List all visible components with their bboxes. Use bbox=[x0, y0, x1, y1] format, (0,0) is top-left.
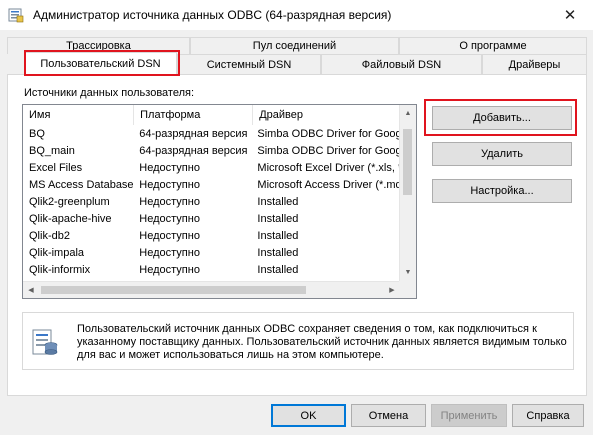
list-rows: BQ 64-разрядная версия Simba ODBC Driver f… bbox=[23, 126, 403, 281]
tab-file-dsn[interactable]: Файловый DSN bbox=[321, 54, 482, 74]
scroll-up-icon[interactable]: ▲ bbox=[400, 105, 416, 122]
cell-name: BQ bbox=[29, 128, 45, 140]
info-box: Пользовательский источник данных ODBC со… bbox=[22, 312, 574, 370]
list-item[interactable]: Qlik-db2 Недоступно Installed bbox=[23, 228, 403, 245]
cell-driver: Microsoft Excel Driver (*.xls, *. bbox=[257, 162, 403, 174]
configure-button[interactable]: Настройка... bbox=[432, 179, 572, 203]
cell-name: MS Access Database bbox=[29, 179, 134, 191]
cell-driver: Installed bbox=[257, 264, 299, 276]
cell-platform: 64-разрядная версия bbox=[139, 145, 248, 157]
cell-driver: Installed bbox=[257, 213, 299, 225]
odbc-app-icon bbox=[8, 8, 24, 23]
column-header-platform[interactable]: Платформа bbox=[134, 105, 254, 125]
list-header: Имя Платформа Драйвер bbox=[23, 105, 407, 125]
cell-driver: Installed bbox=[257, 247, 299, 259]
scroll-right-icon[interactable]: ▶ bbox=[384, 282, 400, 298]
cell-driver: Simba ODBC Driver for Google bbox=[257, 128, 403, 140]
list-item[interactable]: MS Access Database Недоступно Microsoft Ac… bbox=[23, 177, 403, 194]
cell-platform: 64-разрядная версия bbox=[139, 128, 248, 140]
help-button[interactable]: Справка bbox=[512, 404, 584, 427]
cell-name: Excel Files bbox=[29, 162, 83, 174]
title-bar: Администратор источника данных ODBC (64-… bbox=[0, 0, 593, 30]
close-icon: ✕ bbox=[563, 7, 577, 24]
list-item[interactable]: Qlik-apache-hive Недоступно Installed bbox=[23, 211, 403, 228]
cell-platform: Недоступно bbox=[139, 247, 200, 259]
highlight-add-button bbox=[424, 99, 577, 136]
list-item[interactable]: BQ 64-разрядная версия Simba ODBC Driver f… bbox=[23, 126, 403, 143]
vertical-scrollbar[interactable]: ▲ ▼ bbox=[399, 105, 416, 281]
cell-name: Qlik-informix bbox=[29, 264, 91, 276]
data-source-info-icon bbox=[32, 329, 58, 355]
close-button[interactable]: ✕ bbox=[547, 0, 593, 30]
data-sources-label: Источники данных пользователя: bbox=[24, 87, 195, 99]
window-title: Администратор источника данных ODBC (64-… bbox=[33, 8, 392, 22]
vertical-scroll-thumb[interactable] bbox=[403, 129, 412, 195]
list-item[interactable]: Qlik2-greenplum Недоступно Installed bbox=[23, 194, 403, 211]
column-header-name[interactable]: Имя bbox=[23, 105, 135, 125]
list-item[interactable]: Qlik-impala Недоступно Installed bbox=[23, 245, 403, 262]
scroll-corner bbox=[399, 281, 416, 298]
info-text: Пользовательский источник данных ODBC со… bbox=[77, 323, 567, 361]
cell-driver: Simba ODBC Driver for Google bbox=[257, 145, 403, 157]
tab-system-dsn[interactable]: Системный DSN bbox=[177, 54, 321, 74]
tab-drivers[interactable]: Драйверы bbox=[482, 54, 587, 74]
scroll-down-icon[interactable]: ▼ bbox=[400, 264, 416, 281]
column-header-driver[interactable]: Драйвер bbox=[253, 105, 407, 125]
cell-name: Qlik2-greenplum bbox=[29, 196, 110, 208]
cell-name: Qlik-impala bbox=[29, 247, 85, 259]
cell-driver: Installed bbox=[257, 230, 299, 242]
remove-button[interactable]: Удалить bbox=[432, 142, 572, 166]
cell-platform: Недоступно bbox=[139, 162, 200, 174]
cell-name: Qlik-apache-hive bbox=[29, 213, 112, 225]
cell-platform: Недоступно bbox=[139, 213, 200, 225]
ok-button[interactable]: OK bbox=[271, 404, 346, 427]
cell-platform: Недоступно bbox=[139, 230, 200, 242]
highlight-user-dsn-tab bbox=[24, 50, 180, 76]
list-item[interactable]: Excel Files Недоступно Microsoft Excel Dri… bbox=[23, 160, 403, 177]
scroll-left-icon[interactable]: ◀ bbox=[23, 282, 39, 298]
tab-about[interactable]: О программе bbox=[399, 37, 587, 54]
cell-driver: Installed bbox=[257, 196, 299, 208]
cell-platform: Недоступно bbox=[139, 264, 200, 276]
cell-platform: Недоступно bbox=[139, 179, 200, 191]
horizontal-scroll-thumb[interactable] bbox=[41, 286, 306, 294]
cell-name: BQ_main bbox=[29, 145, 75, 157]
cancel-button[interactable]: Отмена bbox=[351, 404, 426, 427]
cell-platform: Недоступно bbox=[139, 196, 200, 208]
list-item[interactable]: Qlik-informix Недоступно Installed bbox=[23, 262, 403, 279]
list-item[interactable]: BQ_main 64-разрядная версия Simba ODBC Dri… bbox=[23, 143, 403, 160]
tab-connection-pooling[interactable]: Пул соединений bbox=[190, 37, 399, 54]
horizontal-scrollbar[interactable]: ◀ ▶ bbox=[23, 281, 400, 298]
cell-name: Qlik-db2 bbox=[29, 230, 70, 242]
cell-driver: Microsoft Access Driver (*.mdb bbox=[257, 179, 403, 191]
data-sources-list[interactable]: Имя Платформа Драйвер BQ 64-разрядная вер… bbox=[22, 104, 417, 299]
apply-button[interactable]: Применить bbox=[431, 404, 507, 427]
